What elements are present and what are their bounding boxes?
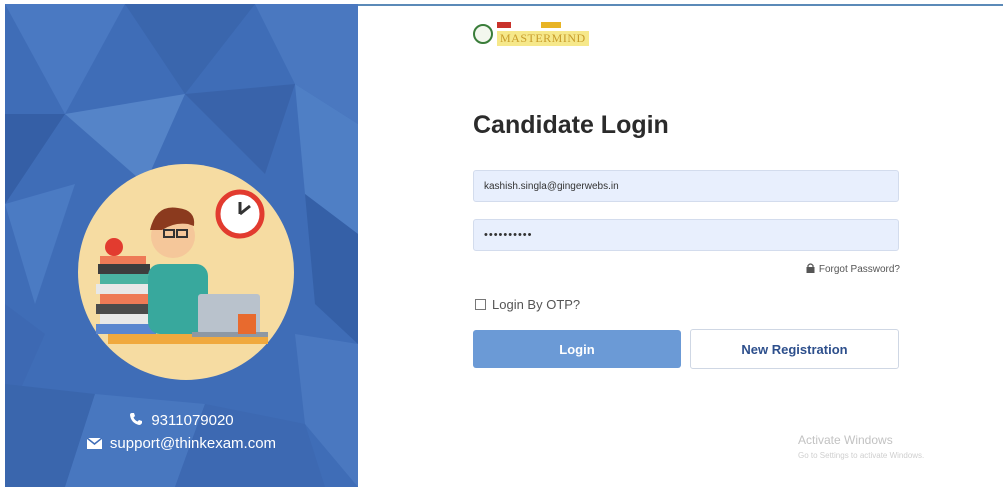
contact-phone-text: 9311079020: [151, 412, 234, 429]
top-accent-line: [358, 4, 1003, 6]
logo-tag-red: [497, 22, 511, 28]
contact-email: support@thinkexam.com: [5, 435, 358, 453]
logo-text: MASTERMIND: [497, 31, 589, 46]
new-registration-button[interactable]: New Registration: [690, 329, 899, 369]
student-illustration: [78, 164, 294, 380]
login-button[interactable]: Login: [473, 330, 681, 368]
login-by-otp-option[interactable]: Login By OTP?: [475, 297, 580, 312]
password-field[interactable]: [473, 219, 899, 251]
forgot-password-label: Forgot Password?: [818, 264, 900, 275]
contact-email-text: support@thinkexam.com: [109, 435, 277, 452]
left-illustration-panel: 9311079020 support@thinkexam.com: [5, 4, 358, 487]
email-field[interactable]: [473, 170, 899, 202]
page-title: Candidate Login: [473, 111, 669, 139]
logo-tag-yellow: [541, 22, 561, 28]
login-page: 9311079020 support@thinkexam.com MASTERM…: [0, 0, 1003, 487]
mastermind-logo: MASTERMIND: [473, 20, 603, 48]
otp-label: Login By OTP?: [492, 297, 581, 312]
forgot-password-link[interactable]: Forgot Password?: [806, 263, 900, 276]
tree-emblem-icon: [473, 24, 493, 44]
mail-icon: [86, 436, 103, 453]
activate-windows-title: Activate Windows: [798, 433, 893, 447]
activate-windows-subtitle: Go to Settings to activate Windows.: [798, 451, 925, 460]
phone-icon: [129, 412, 143, 430]
contact-phone: 9311079020: [5, 412, 358, 430]
otp-checkbox[interactable]: [475, 299, 486, 310]
lock-icon: [806, 263, 815, 276]
